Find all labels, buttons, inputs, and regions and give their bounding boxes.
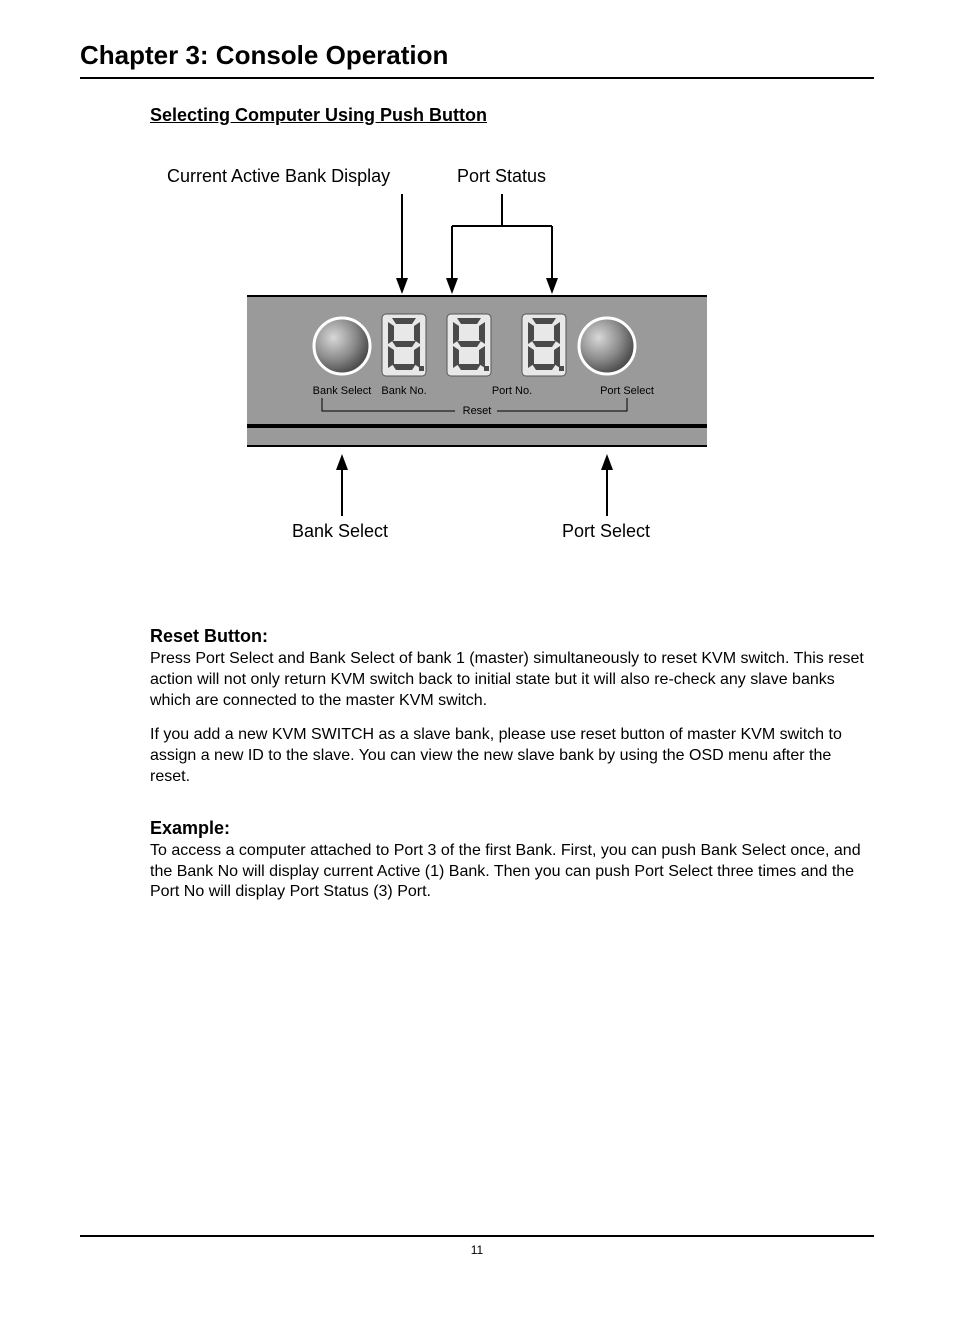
heading-reset: Reset Button: bbox=[150, 626, 864, 647]
label-bottom-port-select: Port Select bbox=[562, 521, 650, 542]
para-reset-2: If you add a new KVM SWITCH as a slave b… bbox=[150, 725, 864, 787]
chapter-title: Chapter 3: Console Operation bbox=[80, 40, 874, 79]
page-number: 11 bbox=[0, 1243, 954, 1257]
footer-rule bbox=[80, 1235, 874, 1237]
heading-example: Example: bbox=[150, 818, 864, 839]
panel-diagram: Current Active Bank Display Port Status bbox=[177, 166, 777, 586]
panel-label-bank-no: Bank No. bbox=[381, 385, 426, 397]
panel-label-reset: Reset bbox=[463, 405, 492, 417]
section-title: Selecting Computer Using Push Button bbox=[150, 105, 874, 126]
label-bottom-bank-select: Bank Select bbox=[292, 521, 388, 542]
bank-select-button[interactable] bbox=[314, 318, 370, 374]
para-reset-1: Press Port Select and Bank Select of ban… bbox=[150, 649, 864, 711]
panel-label-port-no: Port No. bbox=[492, 385, 532, 397]
port-select-button[interactable] bbox=[579, 318, 635, 374]
panel-label-port-select: Port Select bbox=[600, 385, 654, 397]
page: Chapter 3: Console Operation Selecting C… bbox=[0, 0, 954, 1327]
panel-label-bank-select: Bank Select bbox=[313, 385, 372, 397]
body-text: Reset Button: Press Port Select and Bank… bbox=[150, 626, 864, 903]
para-example-1: To access a computer attached to Port 3 … bbox=[150, 841, 864, 903]
